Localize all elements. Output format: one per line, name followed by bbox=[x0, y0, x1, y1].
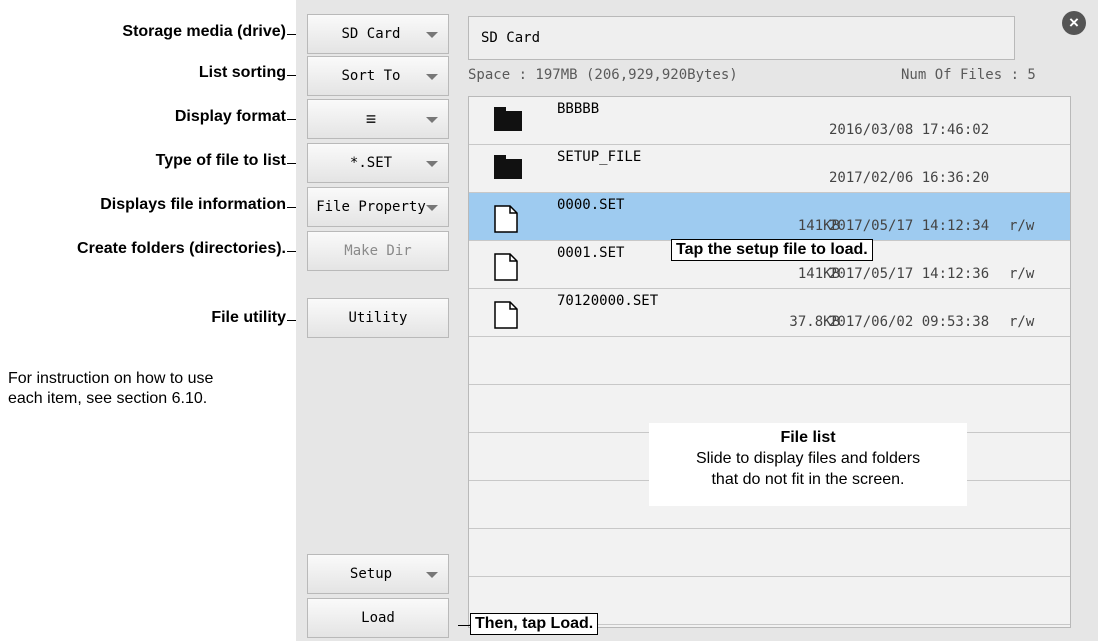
annotation-file-type: Type of file to list bbox=[155, 152, 286, 169]
file-name: BBBBB bbox=[557, 101, 600, 117]
file-list[interactable]: BBBBB 2016/03/08 17:46:02 SETUP_FILE 2017/0… bbox=[468, 96, 1071, 628]
file-date: 2017/06/02 09:53:38 bbox=[829, 314, 990, 330]
file-list-note: File list Slide to display files and fol… bbox=[649, 423, 967, 506]
callout-tap-setup: Tap the setup file to load. bbox=[671, 239, 873, 261]
file-date: 2017/05/17 14:12:36 bbox=[829, 266, 990, 282]
chevron-down-icon bbox=[426, 74, 438, 80]
chevron-down-icon bbox=[426, 205, 438, 211]
close-icon[interactable]: × bbox=[1062, 11, 1086, 35]
setup-label: Setup bbox=[349, 566, 393, 582]
list-format-icon: ≡ bbox=[365, 108, 377, 129]
file-date: 2017/05/17 14:12:34 bbox=[829, 218, 990, 234]
load-label: Load bbox=[361, 610, 395, 626]
instruction-line-1: For instruction on how to use bbox=[8, 370, 214, 387]
file-icon bbox=[494, 253, 518, 285]
folder-icon bbox=[494, 155, 522, 179]
file-type-label: *.SET bbox=[349, 155, 393, 171]
annotation-storage-media: Storage media (drive) bbox=[122, 23, 286, 40]
display-format-button[interactable]: ≡ bbox=[307, 99, 449, 139]
annotation-list-sorting: List sorting bbox=[198, 64, 286, 81]
utility-label: Utility bbox=[348, 310, 408, 326]
make-dir-label: Make Dir bbox=[344, 243, 412, 259]
file-count: Num Of Files : 5 bbox=[901, 67, 1036, 83]
setup-button[interactable]: Setup bbox=[307, 554, 449, 594]
drive-select-button[interactable]: SD Card bbox=[307, 14, 449, 54]
make-dir-button[interactable]: Make Dir bbox=[307, 231, 449, 271]
sort-select-button[interactable]: Sort To bbox=[307, 56, 449, 96]
file-list-note-title: File list bbox=[780, 429, 836, 446]
file-name: 70120000.SET bbox=[557, 293, 659, 309]
file-row[interactable]: SETUP_FILE 2017/02/06 16:36:20 bbox=[469, 145, 1070, 193]
file-load-screen: SD Card Sort To ≡ *.SET File Property Ma… bbox=[296, 0, 1098, 641]
file-row[interactable]: 70120000.SET 37.8KB 2017/06/02 09:53:38 r/w bbox=[469, 289, 1070, 337]
instruction-note: For instruction on how to use each item,… bbox=[8, 369, 308, 409]
utility-button[interactable]: Utility bbox=[307, 298, 449, 338]
empty-row bbox=[469, 529, 1070, 577]
file-icon bbox=[494, 205, 518, 237]
callout-leader bbox=[458, 625, 470, 626]
file-icon bbox=[494, 301, 518, 333]
file-attr: r/w bbox=[1009, 218, 1035, 234]
annotation-display-format: Display format bbox=[174, 108, 286, 125]
annotation-file-info: Displays file information bbox=[100, 196, 286, 213]
folder-icon bbox=[494, 107, 522, 131]
callout-tap-load: Then, tap Load. bbox=[470, 613, 599, 635]
file-name: 0000.SET bbox=[557, 197, 625, 213]
instruction-line-2: each item, see section 6.10. bbox=[8, 390, 208, 407]
chevron-down-icon bbox=[426, 572, 438, 578]
file-row[interactable]: 0000.SET 141KB 2017/05/17 14:12:34 r/w bbox=[469, 193, 1070, 241]
current-path: SD Card bbox=[481, 30, 541, 46]
file-date: 2017/02/06 16:36:20 bbox=[829, 170, 990, 186]
current-path-field: SD Card bbox=[468, 16, 1015, 60]
file-attr: r/w bbox=[1009, 266, 1035, 282]
chevron-down-icon bbox=[426, 161, 438, 167]
file-list-note-line-2: that do not fit in the screen. bbox=[711, 471, 905, 488]
annotation-file-utility: File utility bbox=[211, 309, 286, 326]
file-property-button[interactable]: File Property bbox=[307, 187, 449, 227]
load-button[interactable]: Load bbox=[307, 598, 449, 638]
chevron-down-icon bbox=[426, 32, 438, 38]
chevron-down-icon bbox=[426, 117, 438, 123]
drive-label: SD Card bbox=[341, 26, 401, 42]
empty-row bbox=[469, 337, 1070, 385]
file-attr: r/w bbox=[1009, 314, 1035, 330]
file-list-note-line-1: Slide to display files and folders bbox=[695, 450, 921, 467]
annotation-create-folders: Create folders (directories). bbox=[77, 240, 286, 257]
file-name: SETUP_FILE bbox=[557, 149, 642, 165]
file-type-button[interactable]: *.SET bbox=[307, 143, 449, 183]
file-name: 0001.SET bbox=[557, 245, 625, 261]
storage-space: Space : 197MB (206,929,920Bytes) bbox=[468, 67, 738, 83]
sort-label: Sort To bbox=[341, 68, 401, 84]
file-property-label: File Property bbox=[316, 199, 426, 215]
file-date: 2016/03/08 17:46:02 bbox=[829, 122, 990, 138]
file-row[interactable]: BBBBB 2016/03/08 17:46:02 bbox=[469, 97, 1070, 145]
